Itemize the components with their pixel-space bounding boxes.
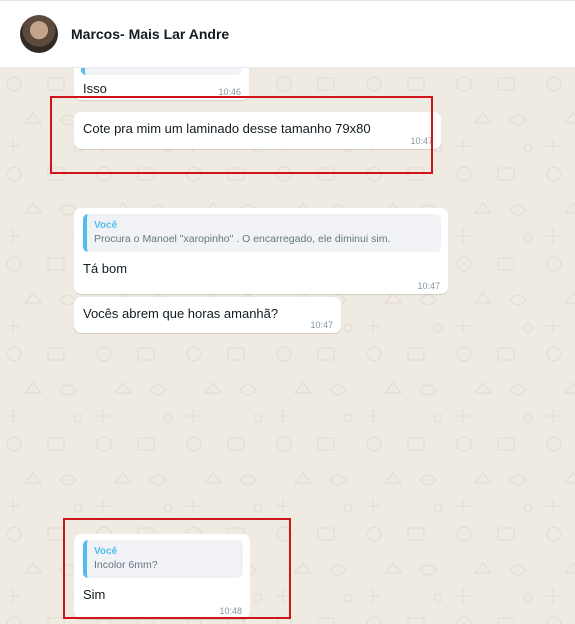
contact-avatar[interactable]: [20, 15, 58, 53]
message-bubble[interactable]: Vocês abrem que horas amanhã? 10:47: [74, 297, 341, 333]
highlight-box: [50, 96, 433, 174]
quoted-message[interactable]: Você Procura o Manoel "xaropinho" . O en…: [83, 214, 441, 252]
quote-author: Você: [94, 220, 118, 231]
message-list[interactable]: Isso 10:46 Cote pra mim um laminado dess…: [0, 68, 575, 624]
message-time: 10:47: [417, 281, 440, 291]
message-text: Tá bom: [83, 261, 128, 276]
chat-header: Marcos- Mais Lar Andre: [0, 0, 575, 68]
message-text: Vocês abrem que horas amanhã?: [83, 306, 279, 321]
quoted-message[interactable]: [81, 68, 242, 75]
message-time: 10:47: [310, 320, 333, 330]
contact-name[interactable]: Marcos- Mais Lar Andre: [71, 26, 229, 42]
quote-text: Procura o Manoel "xaropinho" . O encarre…: [94, 233, 391, 245]
message-bubble[interactable]: Você Procura o Manoel "xaropinho" . O en…: [74, 208, 448, 294]
highlight-box: [63, 518, 291, 619]
